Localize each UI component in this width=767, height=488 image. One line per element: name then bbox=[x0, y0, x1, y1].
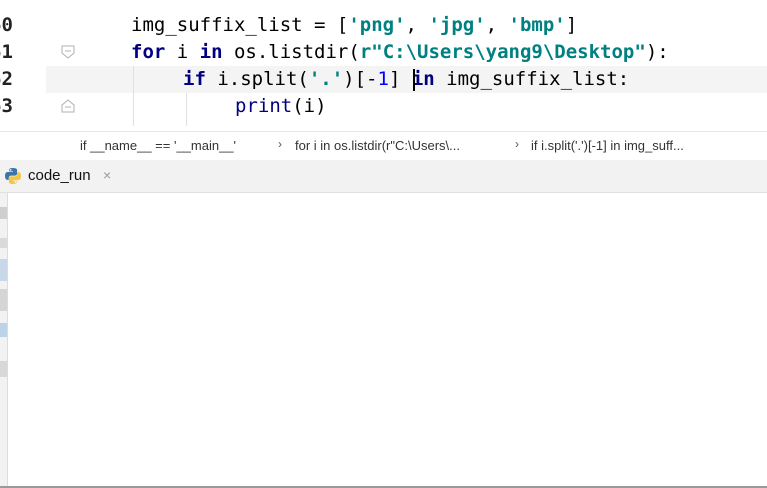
line-number: 61 bbox=[0, 41, 13, 63]
code-token: (i) bbox=[292, 95, 327, 117]
pin-icon[interactable] bbox=[0, 323, 7, 337]
run-tab-code-run[interactable]: code_run × bbox=[0, 160, 125, 192]
breadcrumb-item-main[interactable]: if __name__ == '__main__' bbox=[80, 138, 236, 153]
console-output[interactable] bbox=[9, 193, 767, 488]
code-token: , bbox=[405, 14, 429, 36]
code-text-line-62[interactable]: if i.split('.')[-1] in img_suffix_list: bbox=[183, 66, 629, 93]
line-number: 62 bbox=[0, 68, 13, 90]
python-icon bbox=[5, 168, 21, 184]
wrap-icon[interactable] bbox=[0, 289, 7, 311]
fold-close-icon[interactable] bbox=[61, 99, 75, 113]
code-token: img_suffix_list = [ bbox=[131, 14, 349, 36]
code-token: ] bbox=[388, 68, 412, 90]
breadcrumb: if __name__ == '__main__' › for i in os.… bbox=[0, 131, 767, 161]
code-token: i.split( bbox=[205, 68, 309, 90]
indent-guide bbox=[186, 93, 187, 126]
code-token: r"C:\Users\yang9\Desktop" bbox=[359, 41, 646, 63]
code-token: if bbox=[183, 68, 206, 90]
code-token: in bbox=[199, 41, 223, 63]
rerun-icon[interactable] bbox=[0, 207, 7, 219]
code-token: for bbox=[131, 41, 166, 63]
code-token: i bbox=[165, 41, 200, 63]
code-token: 'png' bbox=[348, 14, 406, 36]
line-number: 63 bbox=[0, 95, 13, 117]
code-text-line-61[interactable]: for i in os.listdir(r"C:\Users\yang9\Des… bbox=[131, 39, 669, 66]
code-token: '.' bbox=[308, 68, 344, 90]
chevron-right-icon: › bbox=[278, 137, 282, 151]
indent-guide bbox=[133, 66, 134, 126]
line-number-gutter: 60 61 62 63 bbox=[0, 0, 46, 130]
code-token: ] bbox=[565, 14, 578, 36]
code-token: print bbox=[235, 95, 293, 117]
text-caret bbox=[413, 69, 415, 91]
code-token: in bbox=[411, 68, 435, 90]
run-tab-bar: code_run × bbox=[0, 160, 767, 193]
run-tab-label: code_run bbox=[28, 167, 91, 184]
code-token: )[- bbox=[343, 68, 378, 90]
code-token: img_suffix_list: bbox=[434, 68, 630, 90]
run-panel: code_run × bbox=[0, 160, 767, 488]
breadcrumb-item-if[interactable]: if i.split('.')[-1] in img_suff... bbox=[531, 138, 684, 153]
code-token: 'bmp' bbox=[508, 14, 566, 36]
stop-icon[interactable] bbox=[0, 238, 7, 248]
trash-icon[interactable] bbox=[0, 361, 7, 377]
code-token: os.listdir( bbox=[222, 41, 360, 63]
code-token: ): bbox=[645, 41, 669, 63]
code-token: , bbox=[485, 14, 509, 36]
code-text-line-63[interactable]: print(i) bbox=[235, 93, 327, 120]
scroll-icon[interactable] bbox=[0, 259, 7, 281]
run-toolbar bbox=[0, 193, 8, 488]
close-icon[interactable]: × bbox=[103, 167, 111, 183]
code-editor[interactable]: 60 61 62 63 img_suffix_list = ['png', 'j… bbox=[0, 0, 767, 130]
code-text-line-60[interactable]: img_suffix_list = ['png', 'jpg', 'bmp'] bbox=[131, 12, 577, 39]
breadcrumb-item-for-loop[interactable]: for i in os.listdir(r"C:\Users\... bbox=[295, 138, 460, 153]
code-token: 1 bbox=[377, 68, 389, 90]
line-number: 60 bbox=[0, 14, 13, 36]
fold-open-icon[interactable] bbox=[61, 45, 75, 59]
chevron-right-icon: › bbox=[515, 137, 519, 151]
code-token: 'jpg' bbox=[428, 14, 486, 36]
